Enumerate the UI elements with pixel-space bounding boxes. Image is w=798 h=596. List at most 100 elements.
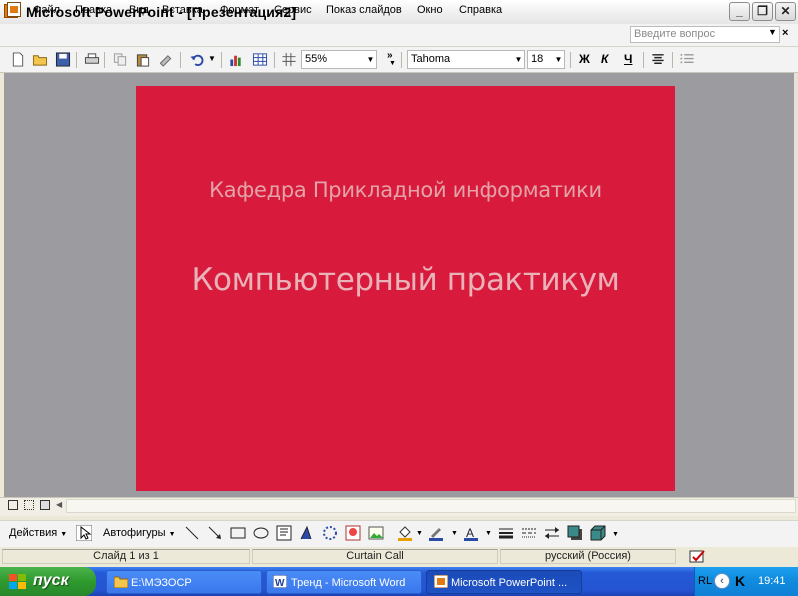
- slide-subtitle[interactable]: Кафедра Прикладной информатики: [136, 178, 675, 202]
- toolbar-separator: [672, 52, 673, 68]
- line-icon[interactable]: [184, 525, 200, 541]
- menu-file[interactable]: Файл: [33, 4, 60, 16]
- toolbar-separator: [180, 52, 181, 68]
- dash-style-icon[interactable]: [521, 525, 537, 541]
- menu-edit[interactable]: Правка: [75, 4, 112, 16]
- menu-window[interactable]: Окно: [417, 4, 443, 16]
- svg-text:W: W: [275, 578, 285, 588]
- line-color-icon[interactable]: [428, 525, 444, 541]
- task-explorer[interactable]: E:\МЭЗОСР: [106, 570, 262, 594]
- oval-icon[interactable]: [253, 525, 269, 541]
- tray-back-icon[interactable]: ‹: [714, 573, 730, 589]
- minimize-button[interactable]: _: [729, 2, 750, 21]
- spelling-check-icon[interactable]: [689, 549, 707, 563]
- insert-chart-icon[interactable]: [228, 52, 244, 67]
- slideshow-view-icon[interactable]: [40, 500, 50, 510]
- start-label: пуск: [33, 572, 69, 589]
- horizontal-scrollbar[interactable]: [66, 499, 796, 513]
- 3d-style-icon[interactable]: [590, 525, 606, 541]
- insert-table-icon[interactable]: [252, 52, 268, 67]
- font-select[interactable]: Tahoma: [407, 50, 525, 69]
- status-design-template: Curtain Call: [252, 549, 498, 564]
- bulleted-list-icon[interactable]: [679, 52, 695, 67]
- font-dropdown-icon[interactable]: ▼: [513, 51, 524, 68]
- align-center-icon[interactable]: [650, 52, 666, 67]
- drawing-toolbar-options-icon[interactable]: ▼: [612, 531, 619, 538]
- new-document-icon[interactable]: [10, 52, 26, 67]
- svg-text:A: A: [466, 526, 474, 540]
- toolbar-separator: [221, 52, 222, 68]
- document-close-button[interactable]: ×: [782, 27, 788, 39]
- save-icon[interactable]: [55, 52, 71, 67]
- actions-menu[interactable]: Действия ▼: [9, 527, 67, 539]
- menu-help[interactable]: Справка: [459, 4, 502, 16]
- fill-color-icon[interactable]: [397, 525, 413, 541]
- print-icon[interactable]: [84, 52, 100, 67]
- maximize-button[interactable]: ❐: [752, 2, 773, 21]
- font-color-icon[interactable]: A: [463, 525, 479, 541]
- actions-dropdown-icon: ▼: [60, 531, 68, 538]
- fill-color-dropdown-icon[interactable]: ▼: [416, 530, 423, 537]
- normal-view-icon[interactable]: [8, 500, 18, 510]
- underline-button[interactable]: Ч: [624, 52, 632, 66]
- menu-format[interactable]: Формат: [220, 4, 259, 16]
- task-powerpoint[interactable]: Microsoft PowerPoint ...: [426, 570, 582, 594]
- rectangle-icon[interactable]: [230, 525, 246, 541]
- slide-title[interactable]: Компьютерный практикум: [136, 262, 675, 298]
- status-language: русский (Россия): [500, 549, 676, 564]
- arrow-icon[interactable]: [207, 525, 223, 541]
- shadow-style-icon[interactable]: [567, 525, 583, 541]
- paste-icon[interactable]: [135, 52, 151, 67]
- help-dropdown-icon[interactable]: ▼: [768, 27, 777, 37]
- select-pointer-icon[interactable]: [76, 525, 92, 541]
- open-folder-icon[interactable]: [32, 52, 48, 67]
- line-color-dropdown-icon[interactable]: ▼: [451, 530, 458, 537]
- menu-view[interactable]: Вид: [129, 4, 149, 16]
- menu-tools[interactable]: Сервис: [274, 4, 312, 16]
- toolbar-separator: [274, 52, 275, 68]
- language-indicator[interactable]: RL: [698, 575, 712, 587]
- undo-dropdown-icon[interactable]: ▼: [208, 54, 216, 63]
- toolbar-options-icon[interactable]: ▼: [389, 60, 396, 67]
- toolbar-separator: [104, 52, 105, 68]
- toolbar-separator: [570, 52, 571, 68]
- vertical-scrollbar[interactable]: [794, 73, 798, 497]
- scroll-left-icon[interactable]: ◀: [56, 500, 62, 509]
- wordart-icon[interactable]: [299, 525, 315, 541]
- undo-icon[interactable]: [189, 52, 205, 67]
- keyboard-switcher-icon[interactable]: K: [735, 573, 745, 589]
- word-icon: W: [273, 575, 287, 588]
- zoom-dropdown-icon[interactable]: ▼: [365, 51, 376, 68]
- toolbar-separator: [76, 52, 77, 68]
- status-slide-number: Слайд 1 из 1: [2, 549, 250, 564]
- clip-art-icon[interactable]: [345, 525, 361, 541]
- bold-button[interactable]: Ж: [579, 52, 590, 66]
- format-painter-icon[interactable]: [158, 52, 174, 67]
- font-size-dropdown-icon[interactable]: ▼: [553, 51, 564, 68]
- help-question-input[interactable]: Введите вопрос: [630, 26, 780, 43]
- clock[interactable]: 19:41: [758, 575, 786, 587]
- menu-slideshow[interactable]: Показ слайдов: [326, 4, 402, 16]
- copy-icon[interactable]: [112, 52, 128, 67]
- arrow-style-icon[interactable]: [544, 525, 560, 541]
- toolbar-separator: [401, 52, 402, 68]
- windows-logo-icon: [9, 574, 26, 589]
- menu-insert[interactable]: Вставка: [162, 4, 203, 16]
- autoshapes-label: Автофигуры: [103, 527, 166, 539]
- powerpoint-icon: [434, 575, 448, 588]
- folder-icon: [114, 576, 128, 588]
- insert-picture-icon[interactable]: [368, 525, 384, 541]
- italic-button[interactable]: К: [601, 52, 608, 66]
- toolbar-separator: [643, 52, 644, 68]
- document-icon[interactable]: [7, 2, 21, 17]
- line-style-icon[interactable]: [498, 525, 514, 541]
- autoshapes-dropdown-icon: ▼: [168, 531, 176, 538]
- text-box-icon[interactable]: [276, 525, 292, 541]
- grid-icon[interactable]: [281, 52, 297, 67]
- slide-sorter-view-icon[interactable]: [24, 500, 34, 510]
- diagram-icon[interactable]: [322, 525, 338, 541]
- close-button[interactable]: ✕: [775, 2, 796, 21]
- font-color-dropdown-icon[interactable]: ▼: [485, 530, 492, 537]
- autoshapes-menu[interactable]: Автофигуры ▼: [103, 527, 176, 539]
- task-word[interactable]: Тренд - Microsoft Word: [266, 570, 422, 594]
